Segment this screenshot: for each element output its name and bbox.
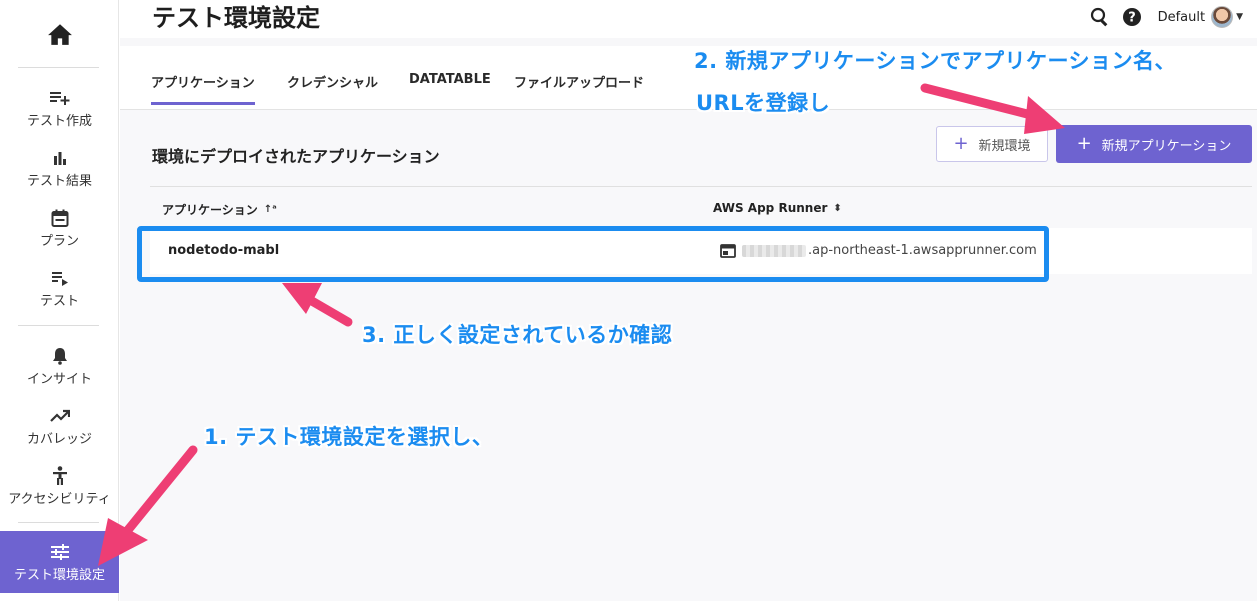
tab-applications[interactable]: アプリケーション bbox=[151, 72, 255, 105]
section-title: 環境にデプロイされたアプリケーション bbox=[152, 147, 440, 166]
sidebar-item-coverage[interactable]: カバレッジ bbox=[0, 398, 119, 454]
workspace-name[interactable]: Default bbox=[1158, 10, 1206, 25]
home-icon bbox=[47, 24, 72, 45]
plus-icon: + bbox=[953, 133, 969, 154]
sidebar-item-tests[interactable]: テスト bbox=[0, 260, 119, 316]
calendar-icon bbox=[51, 208, 69, 228]
page-title: テスト環境設定 bbox=[152, 4, 320, 32]
column-header-application[interactable]: アプリケーション ↑ᵃ bbox=[162, 201, 277, 218]
tab-datatable[interactable]: DATATABLE bbox=[409, 72, 491, 87]
sidebar-divider bbox=[18, 67, 99, 68]
sidebar-item-label: テスト作成 bbox=[26, 113, 92, 129]
tab-file-upload[interactable]: ファイルアップロード bbox=[514, 72, 644, 91]
sidebar-item-accessibility[interactable]: アクセシビリティ bbox=[0, 458, 119, 514]
sidebar-item-plans[interactable]: プラン bbox=[0, 200, 119, 256]
new-environment-button[interactable]: + 新規環境 bbox=[936, 126, 1048, 162]
sidebar-item-label: テスト環境設定 bbox=[13, 567, 105, 583]
sidebar-item-label: インサイト bbox=[26, 371, 92, 387]
search-icon[interactable] bbox=[1090, 7, 1110, 27]
playlist-add-icon bbox=[49, 88, 70, 108]
sidebar-item-label: テスト結果 bbox=[26, 173, 92, 189]
main-content bbox=[120, 110, 1257, 601]
help-icon[interactable]: ? bbox=[1122, 7, 1142, 27]
sidebar-item-insights[interactable]: インサイト bbox=[0, 338, 119, 394]
plus-icon: + bbox=[1076, 133, 1092, 154]
header-actions: ? Default ▼ bbox=[1078, 4, 1243, 30]
annotation-step1: 1. テスト環境設定を選択し、 bbox=[204, 425, 494, 449]
trending-up-icon bbox=[49, 406, 70, 426]
annotation-step2-line2: URLを登録し bbox=[696, 91, 831, 115]
svg-text:?: ? bbox=[1128, 11, 1136, 26]
sort-icon[interactable]: ⬍ bbox=[833, 203, 841, 214]
new-application-label: 新規アプリケーション bbox=[1101, 138, 1232, 154]
sort-asc-icon[interactable]: ↑ᵃ bbox=[264, 204, 277, 215]
avatar[interactable] bbox=[1211, 6, 1234, 28]
column-header-aws-app-runner[interactable]: AWS App Runner ⬍ bbox=[713, 201, 842, 215]
bar-chart-icon bbox=[52, 148, 68, 168]
sidebar-item-label: テスト bbox=[39, 293, 79, 309]
table-header: アプリケーション ↑ᵃ AWS App Runner ⬍ bbox=[150, 186, 1252, 228]
sidebar-divider bbox=[18, 522, 99, 523]
chevron-down-icon[interactable]: ▼ bbox=[1236, 12, 1243, 22]
tab-credentials[interactable]: クレデンシャル bbox=[287, 72, 378, 91]
sidebar-item-test-results[interactable]: テスト結果 bbox=[0, 140, 119, 196]
column-header-label: AWS App Runner bbox=[713, 201, 828, 215]
new-application-button[interactable]: + 新規アプリケーション bbox=[1056, 125, 1252, 163]
sidebar-item-label: アクセシビリティ bbox=[8, 491, 111, 507]
bell-icon bbox=[52, 346, 68, 366]
home-button[interactable] bbox=[0, 14, 119, 54]
highlight-box bbox=[137, 226, 1049, 282]
list-play-icon bbox=[51, 268, 69, 288]
sidebar-item-test-create[interactable]: テスト作成 bbox=[0, 80, 119, 136]
sidebar-item-label: カバレッジ bbox=[26, 431, 92, 447]
sidebar: テスト作成 テスト結果 プラン テスト インサイト カバレッジ アクセシビリティ… bbox=[0, 0, 119, 601]
annotation-step2-line1: 2. 新規アプリケーションでアプリケーション名、 bbox=[694, 49, 1177, 73]
sidebar-item-test-environment[interactable]: テスト環境設定 bbox=[0, 531, 119, 593]
annotation-step3: 3. 正しく設定されているか確認 bbox=[362, 323, 673, 347]
sidebar-item-label: プラン bbox=[39, 233, 79, 249]
new-environment-label: 新規環境 bbox=[978, 138, 1031, 154]
sidebar-divider bbox=[18, 325, 99, 326]
tune-icon bbox=[50, 542, 69, 562]
column-header-label: アプリケーション bbox=[162, 203, 258, 217]
accessibility-icon bbox=[52, 465, 68, 486]
